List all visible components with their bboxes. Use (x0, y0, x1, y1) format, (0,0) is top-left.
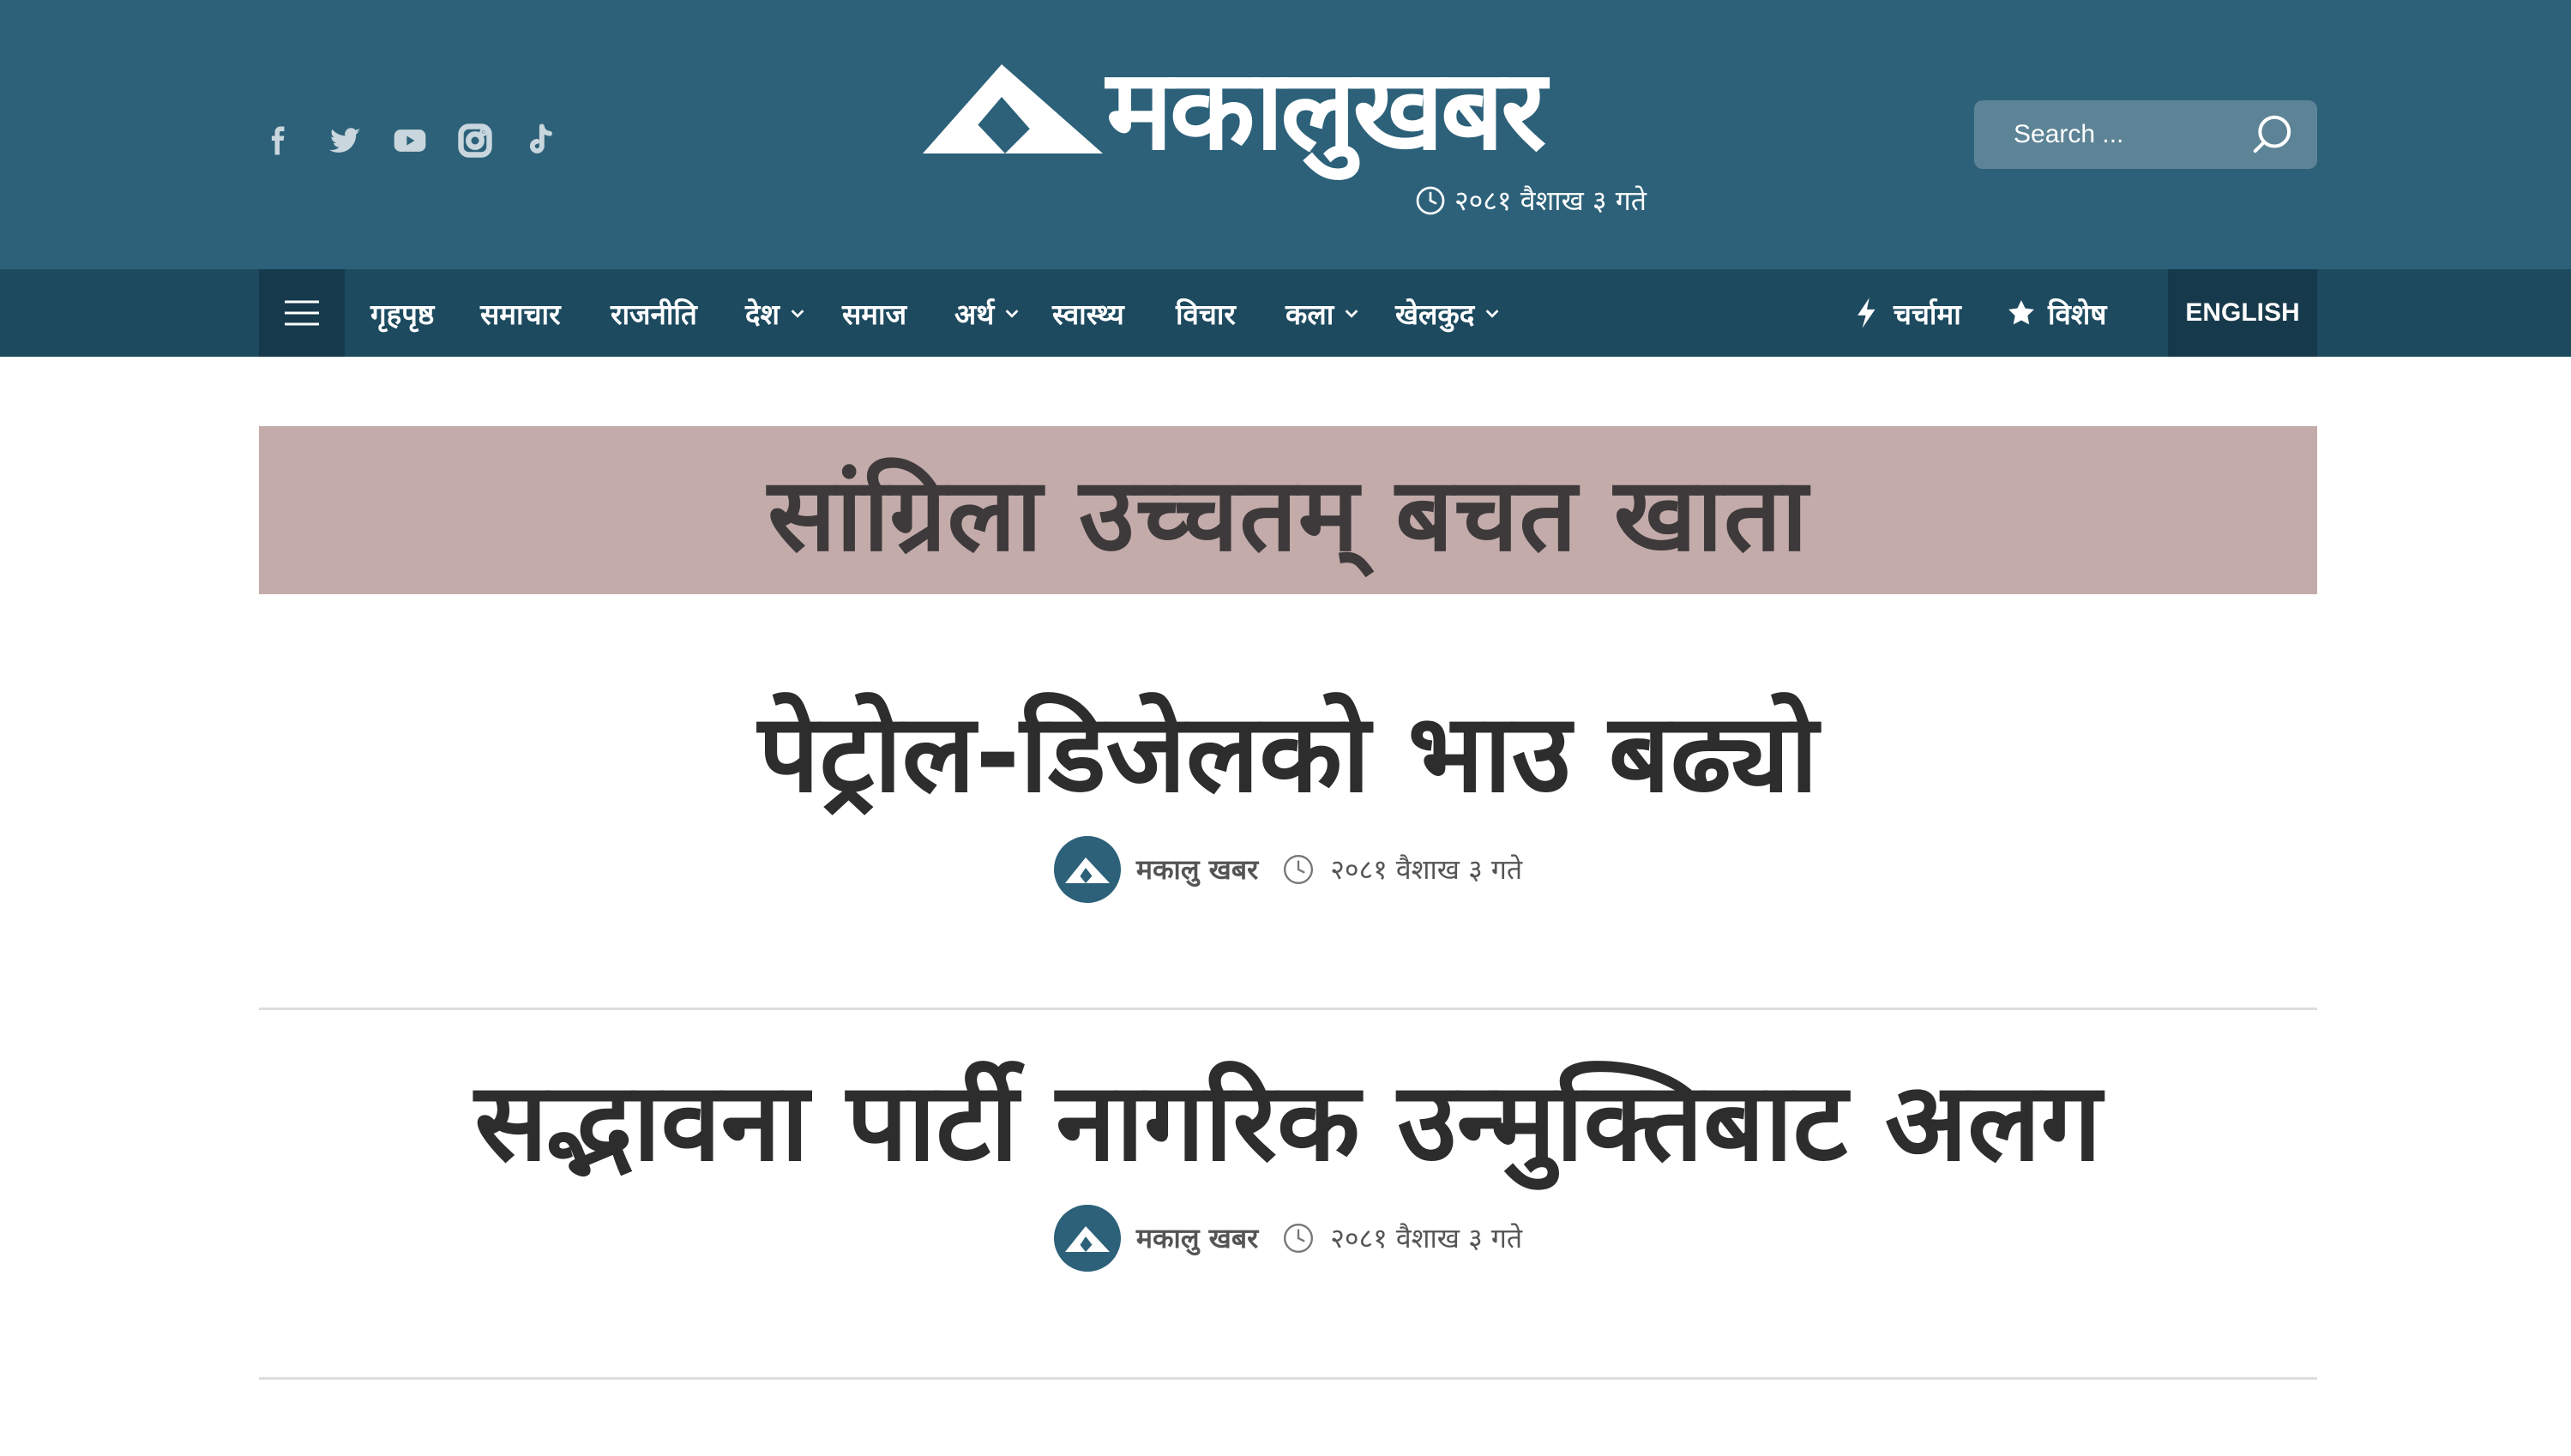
nav-label: राजनीति (611, 297, 697, 331)
header-date-text: २०८१ वैशाख ३ गते (1454, 184, 1647, 217)
clock-icon (1282, 1222, 1315, 1254)
hamburger-icon (285, 300, 319, 326)
lightning-icon (1858, 298, 1876, 328)
chevron-down-icon (791, 310, 804, 318)
twitter-icon[interactable] (324, 120, 365, 161)
nav-label: खेलकुद (1395, 297, 1475, 331)
nav-item-politics[interactable]: राजनीति (611, 269, 697, 357)
clock-icon (1282, 853, 1315, 886)
logo-text: मकालुखबर (1106, 45, 1546, 175)
divider (259, 1377, 2317, 1380)
divider (259, 1008, 2317, 1010)
social-links (259, 120, 561, 161)
nav-label: देश (745, 297, 780, 331)
nav-item-opinion[interactable]: विचार (1176, 269, 1236, 357)
search-button[interactable] (2249, 111, 2297, 159)
mountain-logo-icon (923, 64, 1103, 153)
nav-label: विचार (1176, 297, 1236, 331)
search-box (1974, 100, 2317, 169)
article-meta: मकालु खबर २०८१ वैशाख ३ गते (259, 1204, 2317, 1272)
nav-item-home[interactable]: गृहपृष्ठ (370, 269, 434, 357)
nav-trending-label: चर्चामा (1894, 297, 1961, 331)
nav-label: गृहपृष्ठ (370, 297, 435, 331)
nav-item-society[interactable]: समाज (842, 269, 906, 357)
youtube-icon[interactable] (389, 120, 431, 161)
article-item: पेट्रोल-डिजेलको भाउ बढ्यो मकालु खबर २०८१… (259, 694, 2317, 903)
author-name[interactable]: मकालु खबर (1136, 1219, 1258, 1256)
nav-special[interactable]: विशेष (2007, 269, 2106, 357)
nav-trending[interactable]: चर्चामा (1852, 269, 1961, 357)
mountain-logo-icon (1064, 857, 1110, 883)
article-date: २०८१ वैशाख ३ गते (1330, 1222, 1523, 1255)
star-icon (2008, 300, 2034, 325)
nav-special-label: विशेष (2048, 297, 2107, 331)
author-avatar (1053, 835, 1121, 903)
search-icon (2253, 115, 2291, 153)
chevron-down-icon (1005, 310, 1019, 318)
nav-item-economy[interactable]: अर्थ (954, 269, 1021, 357)
nav-label: कला (1286, 297, 1334, 331)
article-title[interactable]: पेट्रोल-डिजेलको भाउ बढ्यो (259, 694, 2317, 814)
mountain-logo-icon (1064, 1225, 1110, 1252)
nav-item-arts[interactable]: कला (1286, 269, 1361, 357)
article-meta: मकालु खबर २०८१ वैशाख ३ गते (259, 835, 2317, 903)
article-title[interactable]: सद्भावना पार्टी नागरिक उन्मुक्तिबाट अलग (259, 1062, 2317, 1182)
author-name[interactable]: मकालु खबर (1136, 851, 1258, 887)
search-input[interactable] (2014, 100, 2228, 169)
hamburger-menu-button[interactable] (259, 269, 345, 357)
facebook-icon[interactable] (259, 120, 300, 161)
chevron-down-icon (1345, 310, 1358, 318)
clock-icon (1416, 186, 1445, 214)
nav-item-sports[interactable]: खेलकुद (1395, 269, 1502, 357)
article-date: २०८१ वैशाख ३ गते (1330, 853, 1523, 887)
ad-banner[interactable]: सांग्रिला उच्चतम् बचत खाता (259, 426, 2317, 594)
article-item: सद्भावना पार्टी नागरिक उन्मुक्तिबाट अलग … (259, 1062, 2317, 1272)
instagram-icon[interactable] (455, 120, 496, 161)
tiktok-icon[interactable] (520, 120, 561, 161)
nav-item-health[interactable]: स्वास्थ्य (1052, 269, 1124, 357)
header-date: २०८१ वैशाख ३ गते (1415, 182, 1647, 219)
nav-item-news[interactable]: समाचार (480, 269, 561, 357)
nav-label: समाचार (480, 297, 561, 331)
nav-item-country[interactable]: देश (745, 269, 807, 357)
english-button[interactable]: ENGLISH (2168, 269, 2317, 357)
chevron-down-icon (1485, 310, 1499, 318)
nav-label: अर्थ (954, 297, 995, 331)
author-avatar (1053, 1204, 1121, 1272)
site-logo[interactable]: मकालुखबर (923, 45, 1546, 175)
nav-label: समाज (842, 297, 907, 331)
ad-text: सांग्रिला उच्चतम् बचत खाता (768, 454, 1809, 574)
nav-label: स्वास्थ्य (1052, 297, 1124, 331)
